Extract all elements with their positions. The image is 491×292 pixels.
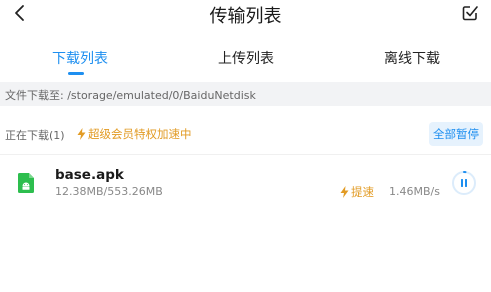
- tab-bar: 下载列表 上传列表 离线下载: [0, 42, 491, 78]
- android-file-icon: [18, 173, 34, 193]
- file-size-progress: 12.38MB/553.26MB: [55, 185, 163, 198]
- active-tab-indicator: [68, 72, 84, 75]
- vip-acceleration-link[interactable]: 超级会员特权加速中: [77, 126, 192, 142]
- pause-icon[interactable]: [451, 170, 477, 196]
- lightning-icon: [340, 186, 349, 198]
- download-path-text: 文件下载至: /storage/emulated/0/BaiduNetdisk: [5, 89, 256, 102]
- download-path-bar: 文件下载至: /storage/emulated/0/BaiduNetdisk: [0, 82, 491, 106]
- downloading-count-label: 正在下载(1): [5, 129, 65, 142]
- pause-all-button[interactable]: 全部暂停: [429, 122, 483, 146]
- tab-upload-list[interactable]: 上传列表: [218, 48, 274, 68]
- header: 传输列表: [0, 0, 491, 28]
- download-status-row: 正在下载(1) 超级会员特权加速中 全部暂停: [0, 118, 491, 150]
- speedup-link[interactable]: 提速: [340, 184, 374, 200]
- page-title: 传输列表: [209, 6, 282, 27]
- download-speed: 1.46MB/s: [389, 185, 440, 198]
- tab-download-list[interactable]: 下载列表: [52, 48, 108, 68]
- vip-acceleration-text: 超级会员特权加速中: [88, 127, 192, 141]
- speedup-text: 提速: [351, 185, 374, 199]
- tab-offline-download[interactable]: 离线下载: [384, 48, 440, 68]
- list-item[interactable]: base.apk 12.38MB/553.26MB 提速 1.46MB/s: [0, 160, 491, 206]
- divider: [0, 154, 491, 155]
- multi-select-edit-icon[interactable]: [461, 4, 479, 22]
- file-name: base.apk: [55, 167, 124, 183]
- lightning-icon: [77, 128, 86, 140]
